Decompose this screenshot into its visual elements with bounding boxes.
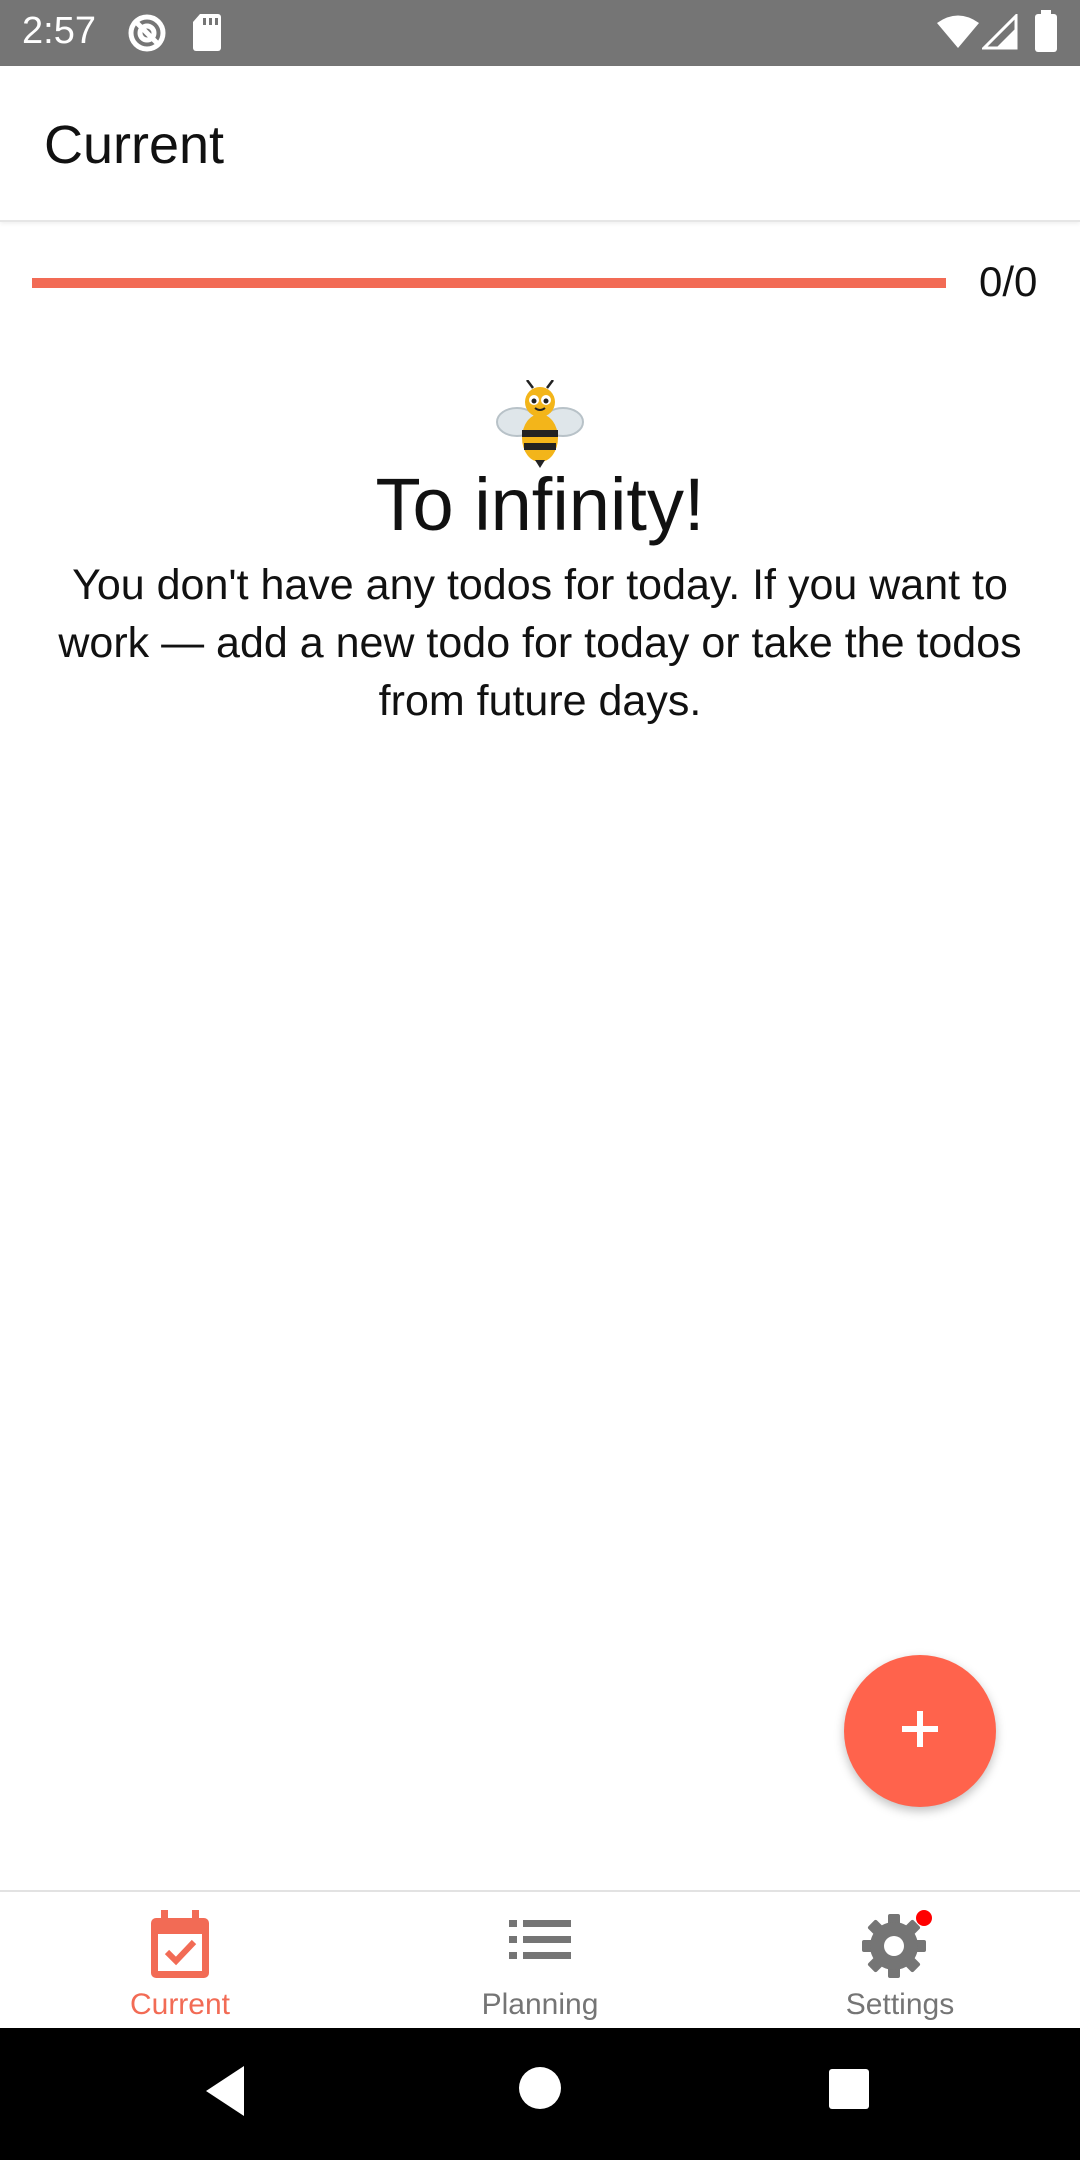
nav-label-planning: Planning: [481, 1988, 599, 2021]
nav-item-current[interactable]: Current: [0, 1892, 360, 2030]
nav-label-current: Current: [129, 1988, 231, 2021]
sd-card-icon: [192, 12, 222, 57]
battery-icon: [1034, 10, 1058, 57]
at-sign-icon: [126, 12, 168, 59]
bottom-nav: Current Planning Settings: [0, 1890, 1080, 2030]
progress-count: 0/0: [979, 258, 1038, 305]
app-bar: Current: [0, 66, 1080, 222]
back-icon[interactable]: [202, 2064, 248, 2123]
signal-icon: [980, 12, 1018, 55]
nav-item-settings[interactable]: Settings: [720, 1892, 1080, 2030]
empty-state-message: You don't have any todos for today. If y…: [58, 561, 1022, 725]
progress-fill: [32, 278, 946, 288]
calendar-check-icon: [149, 1910, 211, 1985]
wifi-icon: [936, 14, 980, 55]
bee-icon: [495, 379, 585, 468]
notification-badge: [916, 1910, 932, 1926]
page-title: Current: [44, 115, 225, 175]
home-icon[interactable]: [518, 2066, 562, 2115]
progress-bar: [32, 278, 946, 288]
system-nav-bar: [0, 2028, 1080, 2160]
list-icon: [509, 1918, 571, 1967]
add-todo-button[interactable]: [844, 1655, 996, 1807]
nav-label-settings: Settings: [845, 1988, 955, 2021]
nav-item-planning[interactable]: Planning: [360, 1892, 720, 2030]
recents-icon[interactable]: [828, 2068, 870, 2115]
empty-state-title: To infinity!: [375, 463, 705, 546]
gear-icon: [862, 1906, 938, 1983]
status-time: 2:57: [22, 10, 96, 52]
status-bar: 2:57: [0, 0, 1080, 66]
plus-icon: [900, 1709, 940, 1754]
